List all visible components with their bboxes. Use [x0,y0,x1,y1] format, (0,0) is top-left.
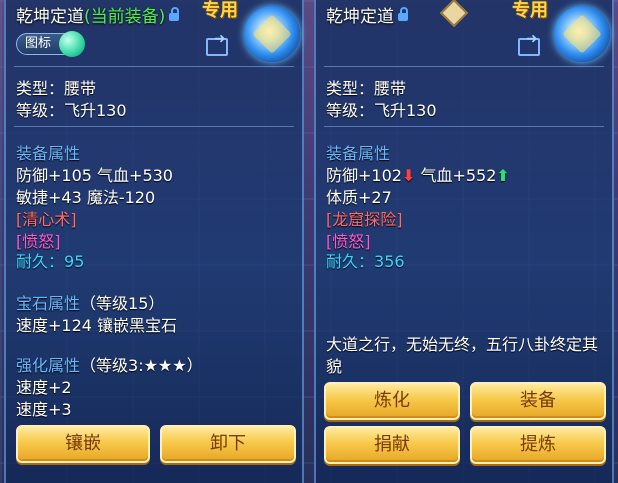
enhance-level: （等级3:★★★） [80,356,203,375]
enhance-line-2: 速度+3 [16,400,72,419]
equip-attr-header: 装备属性 [326,144,391,163]
item-level: 等级：飞升130 [326,101,437,120]
refine-button[interactable]: 炼化 [324,382,460,420]
equip-attr-header: 装备属性 [16,144,81,163]
item-title: 乾坤定道 [326,2,408,27]
equipped-status: (当前装备) [84,7,166,27]
diamond-icon [439,0,469,28]
lock-icon[interactable] [398,7,408,21]
item-type: 类型：腰带 [326,79,407,98]
divider [324,66,604,67]
divider [14,126,294,127]
special-skill: [清心术] [16,210,77,229]
equip-button[interactable]: 装备 [470,382,606,420]
icon-toggle-label: 图标 [25,36,52,51]
divider [14,66,294,67]
special-skill: [龙窟探险] [326,210,403,229]
share-icon[interactable] [518,31,540,56]
exclusive-label: 专用 [202,0,238,21]
share-icon[interactable] [206,31,228,56]
toggle-knob [59,31,85,57]
compare-equipment-panel: 乾坤定道 专用 类型：腰带 等级：飞升130 装备属性 防御+102⬇ 气血+5… [314,0,614,483]
durability: 耐久：95 [16,248,84,272]
donate-button[interactable]: 捐献 [324,426,460,464]
gem-avatar [554,6,610,62]
gem-line: 速度+124 镶嵌黑宝石 [16,316,178,335]
durability-label: 耐久： [16,252,65,271]
extract-button[interactable]: 提炼 [470,426,606,464]
gem-level: （等级15） [80,294,165,313]
arrow-up-icon: ⬆ [496,166,510,185]
gem-header: 宝石属性 [16,294,81,313]
durability-value: 95 [64,252,85,271]
unequip-button[interactable]: 卸下 [160,425,296,463]
enhance-attr: 强化属性（等级3:★★★） [16,352,203,376]
divider [324,126,604,127]
inlay-button[interactable]: 镶嵌 [16,425,150,463]
exclusive-label: 专用 [512,0,548,21]
gem-avatar [244,6,300,62]
gem-attr: 宝石属性（等级15） [16,290,164,314]
item-level: 等级：飞升130 [16,101,127,120]
durability: 耐久：356 [326,248,405,272]
enhance-header: 强化属性 [16,356,81,375]
item-description: 大道之行，无始无终，五行八卦终定其貌 [326,335,599,376]
attr-line-1: 防御+102⬇ 气血+552⬆ [326,162,510,186]
enhance-line-1: 速度+2 [16,378,72,397]
current-equipment-panel: 乾坤定道(当前装备) 专用 图标 类型：腰带 等级：飞升130 装备属性 防御+… [4,0,304,483]
arrow-down-icon: ⬇ [401,166,416,185]
lock-icon[interactable] [169,7,180,21]
attr-line-2: 敏捷+43 魔法-120 [16,188,156,207]
icon-toggle[interactable]: 图标 [16,31,85,57]
attr-line-1: 防御+105 气血+530 [16,166,173,185]
durability-value: 356 [374,252,405,271]
defense-value: 防御+102 [326,166,402,185]
durability-label: 耐久： [326,252,375,271]
item-type: 类型：腰带 [16,79,97,98]
item-title: 乾坤定道(当前装备) [16,2,180,27]
attr-line-2: 体质+27 [326,188,392,207]
hp-value: 气血+552 [420,166,497,185]
